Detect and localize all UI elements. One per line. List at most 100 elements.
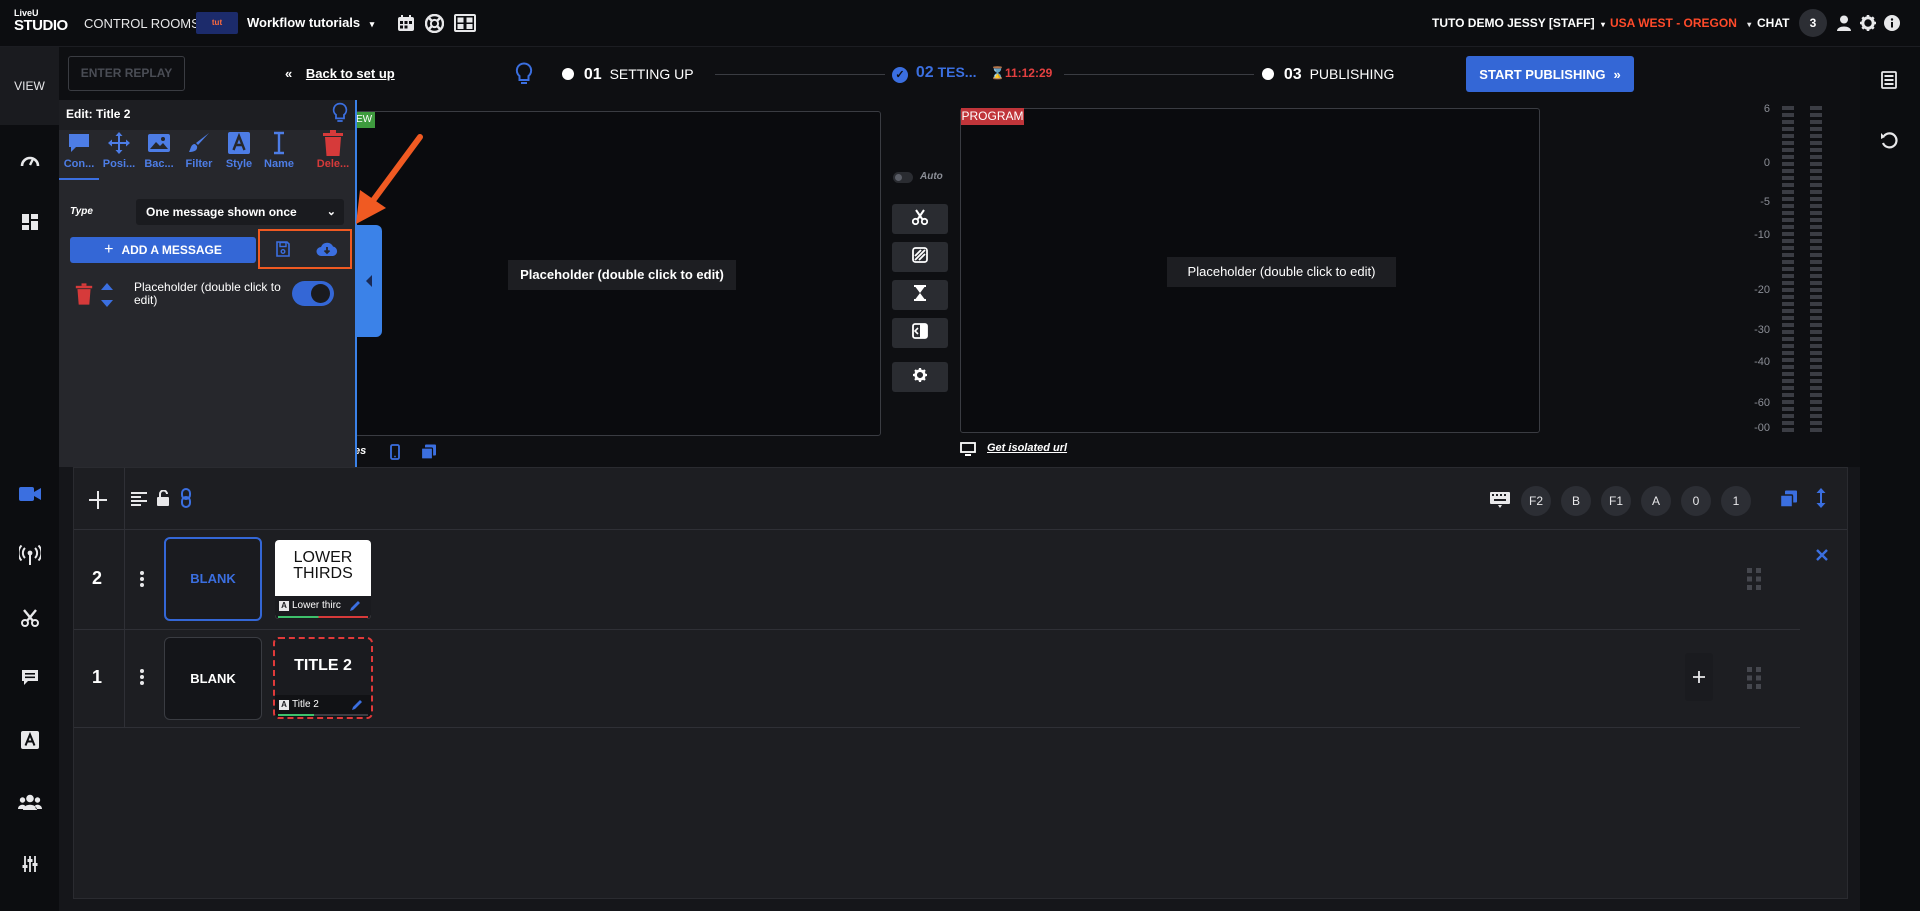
message-visibility-toggle[interactable] xyxy=(292,281,334,306)
tab-label: Posi... xyxy=(102,158,136,170)
mobile-icon[interactable] xyxy=(388,443,402,461)
broadcast-icon[interactable] xyxy=(18,544,42,566)
region-selector[interactable]: USA WEST - OREGON ▾ xyxy=(1610,16,1751,30)
check-circle-icon: ✓ xyxy=(892,67,908,83)
shortcut-key-1[interactable]: 1 xyxy=(1721,486,1751,516)
font-icon[interactable] xyxy=(19,729,41,751)
image-icon xyxy=(139,128,179,158)
tab-label: Con... xyxy=(63,158,95,170)
chat-count-badge[interactable]: 3 xyxy=(1799,9,1827,37)
shortcut-key-a[interactable]: A xyxy=(1641,486,1671,516)
enter-replay-button[interactable]: ENTER REPLAY xyxy=(68,56,185,91)
get-isolated-url-link[interactable]: Get isolated url xyxy=(987,442,1067,454)
calendar-icon[interactable] xyxy=(396,13,416,33)
drag-handle-icon[interactable] xyxy=(1746,567,1762,591)
meter-tick: -00 xyxy=(1754,422,1770,434)
program-placeholder[interactable]: Placeholder (double click to edit) xyxy=(1167,257,1396,287)
panel-toggle-icon[interactable] xyxy=(1878,69,1900,91)
users-icon[interactable] xyxy=(17,791,43,813)
copy-layers-icon[interactable] xyxy=(1778,489,1800,509)
hourglass-transition-icon xyxy=(913,284,927,306)
caret-down-icon[interactable] xyxy=(99,297,115,309)
auto-toggle[interactable] xyxy=(893,172,913,183)
add-row-icon[interactable] xyxy=(86,488,110,512)
room-selector[interactable]: Workflow tutorials ▾ xyxy=(247,15,374,30)
row-menu-icon[interactable] xyxy=(137,568,147,590)
shortcut-key-f2[interactable]: F2 xyxy=(1521,486,1551,516)
keyboard-icon[interactable] xyxy=(1488,489,1512,509)
graphic-card-lower-thirds[interactable]: LOWER THIRDS A Lower thirc xyxy=(275,540,371,619)
unlock-icon[interactable] xyxy=(154,488,172,508)
control-rooms-link[interactable]: CONTROL ROOMS xyxy=(84,16,200,31)
fade-transition-button[interactable] xyxy=(892,280,948,310)
graphic-card-title-2[interactable]: TITLE 2 A Title 2 xyxy=(273,637,373,719)
user-menu[interactable]: TUTO DEMO JESSY [STAFF] ▾ xyxy=(1432,16,1605,30)
message-item-text[interactable]: Placeholder (double click to edit) xyxy=(134,281,284,307)
start-publishing-button[interactable]: START PUBLISHING » xyxy=(1466,56,1634,92)
panel-collapse-handle[interactable] xyxy=(355,225,382,337)
move-icon xyxy=(99,128,139,158)
view-nav-item[interactable]: VIEW xyxy=(0,47,59,125)
blank-source-card[interactable]: BLANK xyxy=(164,537,262,621)
lightbulb-icon[interactable] xyxy=(513,61,535,87)
close-icon[interactable] xyxy=(1814,547,1830,563)
transition-settings-button[interactable] xyxy=(892,362,948,392)
trash-icon[interactable] xyxy=(74,282,94,306)
tab-delete[interactable]: Dele... xyxy=(313,128,353,180)
tab-name[interactable]: Name xyxy=(259,128,299,180)
meter-tick: 0 xyxy=(1763,157,1770,169)
info-icon[interactable] xyxy=(1883,14,1901,32)
layout-icon[interactable] xyxy=(20,212,40,232)
sliders-icon[interactable] xyxy=(19,853,41,875)
support-icon[interactable] xyxy=(424,13,444,33)
preview-placeholder[interactable]: Placeholder (double click to edit) xyxy=(508,260,736,290)
tab-content[interactable]: Con... xyxy=(59,128,99,180)
copy-icon[interactable] xyxy=(420,443,438,461)
undo-history-icon[interactable] xyxy=(1878,130,1900,152)
camera-icon[interactable] xyxy=(18,484,42,504)
shortcut-key-f1[interactable]: F1 xyxy=(1601,486,1631,516)
step2-number: 02 xyxy=(915,64,934,81)
tab-style[interactable]: Style xyxy=(219,128,259,180)
back-to-setup-link[interactable]: « Back to set up xyxy=(285,66,395,81)
tab-background[interactable]: Bac... xyxy=(139,128,179,180)
align-left-icon[interactable] xyxy=(130,490,148,508)
caret-up-icon[interactable] xyxy=(99,280,115,292)
tab-filter[interactable]: Filter xyxy=(179,128,219,180)
lightbulb-icon[interactable] xyxy=(330,101,350,125)
shortcut-key-b[interactable]: B xyxy=(1561,486,1591,516)
preview-monitor[interactable]: Placeholder (double click to edit) xyxy=(355,111,881,436)
link-icon[interactable] xyxy=(178,487,194,509)
comment-icon xyxy=(59,128,99,158)
stinger-transition-button[interactable] xyxy=(892,318,948,348)
user-icon[interactable] xyxy=(1836,14,1852,32)
row-menu-icon[interactable] xyxy=(137,666,147,688)
step-setting-up[interactable]: 01 SETTING UP xyxy=(562,66,694,84)
rundown-gutter-divider xyxy=(124,468,125,728)
wipe-transition-button[interactable] xyxy=(892,242,948,272)
type-select[interactable]: One message shown once ⌄ xyxy=(136,199,344,225)
shortcut-key-0[interactable]: 0 xyxy=(1681,486,1711,516)
liveu-studio-logo[interactable]: LiveU STUDIO xyxy=(14,9,70,39)
blank-source-card[interactable]: BLANK xyxy=(164,637,262,720)
step-publishing[interactable]: 03 PUBLISHING xyxy=(1262,66,1394,84)
chat-label[interactable]: CHAT xyxy=(1757,16,1789,30)
step-testing[interactable]: ✓ 02 TES... xyxy=(892,64,976,83)
cloud-download-icon[interactable] xyxy=(315,239,339,259)
scissors-icon[interactable] xyxy=(19,607,41,629)
cut-transition-button[interactable] xyxy=(892,204,948,234)
message-icon[interactable] xyxy=(19,667,41,689)
expand-vertical-icon[interactable] xyxy=(1812,486,1830,510)
add-message-button[interactable]: + ADD A MESSAGE xyxy=(70,237,256,263)
dashboard-gauge-icon[interactable] xyxy=(19,150,41,170)
program-monitor[interactable]: Placeholder (double click to edit) xyxy=(960,108,1540,433)
drag-handle-icon[interactable] xyxy=(1746,666,1762,690)
save-icon[interactable] xyxy=(274,239,292,259)
meter-tick: -10 xyxy=(1754,229,1770,241)
layout-grid-icon[interactable] xyxy=(454,13,476,33)
tab-label: Filter xyxy=(185,158,213,170)
tab-position[interactable]: Posi... xyxy=(99,128,139,180)
add-to-row-button[interactable] xyxy=(1685,653,1713,701)
gear-icon[interactable] xyxy=(1859,14,1877,32)
room-name: Workflow tutorials xyxy=(247,15,361,30)
